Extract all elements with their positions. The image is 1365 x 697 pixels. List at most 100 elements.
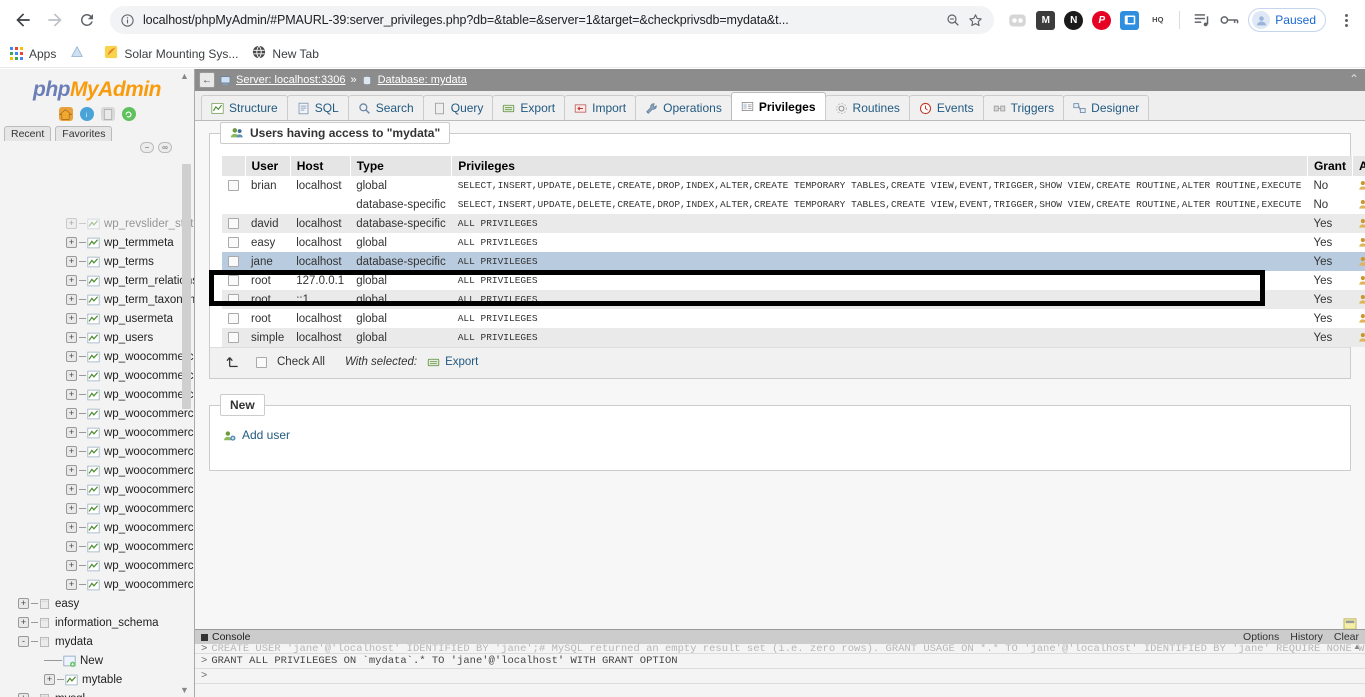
row-checkbox-cell[interactable] <box>222 233 245 252</box>
tree-expander-icon[interactable]: + <box>66 408 77 419</box>
table-row[interactable]: jane localhost database-specific ALL PRIVIL… <box>222 252 1365 271</box>
profile-paused-button[interactable]: Paused <box>1248 8 1326 32</box>
scroll-thumb[interactable] <box>182 164 191 409</box>
tree-expander-icon[interactable]: + <box>18 617 29 628</box>
site-info-icon[interactable] <box>120 13 135 28</box>
check-all-checkbox[interactable] <box>256 356 267 368</box>
tree-item-wp_woocommerce_order_[interactable]: +wp_woocommerce_order_ <box>4 423 194 442</box>
tab-export[interactable]: Export <box>492 95 566 120</box>
tree-expander-icon[interactable]: + <box>66 351 77 362</box>
edit-privileges-button[interactable]: Edit Privileges <box>1358 255 1365 268</box>
pocket-extension-icon[interactable] <box>1008 10 1028 30</box>
database-tree[interactable]: +wp_revslider_static_slides+wp_termmeta+… <box>0 214 194 697</box>
check-all-label[interactable]: Check All <box>277 356 325 368</box>
password-key-icon[interactable] <box>1220 10 1240 30</box>
tree-item-mytable[interactable]: + mytable <box>4 670 194 689</box>
link-tables-icon[interactable]: ∞ <box>158 142 172 153</box>
tree-expander-icon[interactable]: + <box>66 560 77 571</box>
row-checkbox-cell[interactable] <box>222 328 245 347</box>
table-row[interactable]: root127.0.0.1globalALL PRIVILEGESYes Edit… <box>222 271 1365 290</box>
cell-action[interactable]: Edit Privileges <box>1352 252 1365 271</box>
tree-item-wp_woocommerce_paym[interactable]: +wp_woocommerce_paym <box>4 442 194 461</box>
tab-import[interactable]: Import <box>564 95 637 120</box>
edit-privileges-button[interactable]: Edit Privileges <box>1358 293 1365 306</box>
privileges-table-body[interactable]: brian localhost global SELECT,INSERT,UPDATE… <box>222 176 1365 347</box>
cell-action[interactable]: Edit Privileges <box>1352 328 1365 347</box>
cloudhq-extension-icon[interactable]: HQ <box>1148 10 1168 30</box>
console-line[interactable]: > <box>195 669 1365 684</box>
tree-item-mydata[interactable]: - mydata <box>4 632 194 651</box>
tree-scrollbar[interactable]: ▲ ▼ <box>180 69 191 697</box>
new-tab-bookmark[interactable]: New Tab <box>252 45 319 62</box>
tree-expander-icon[interactable]: + <box>66 332 77 343</box>
edit-privileges-button[interactable]: Edit Privileges <box>1358 179 1365 192</box>
tree-item-wp_revslider_static_slides[interactable]: +wp_revslider_static_slides <box>4 214 194 233</box>
export-selected-button[interactable]: Export <box>427 356 478 369</box>
tree-item-wp_term_relationships[interactable]: +wp_term_relationships <box>4 271 194 290</box>
scroll-up-icon[interactable]: ▲ <box>180 71 189 81</box>
table-row[interactable]: database-specific SELECT,INSERT,UPDATE,DE… <box>222 195 1365 214</box>
breadcrumb-back-icon[interactable]: ← <box>199 72 215 88</box>
phpmyadmin-logo[interactable]: phpMyAdmin <box>0 69 194 102</box>
tree-item-wp_users[interactable]: + wp_users <box>4 328 194 347</box>
console-line[interactable]: > CREATE USER 'jane'@'localhost' IDENTIFI… <box>195 644 1365 654</box>
console-history-link[interactable]: History <box>1290 631 1323 643</box>
tree-expander-icon[interactable]: + <box>18 693 29 697</box>
tab-routines[interactable]: Routines <box>824 95 910 120</box>
resize-handle-icon[interactable] <box>1343 617 1357 630</box>
tree-expander-icon[interactable]: + <box>66 218 77 229</box>
tab-privileges[interactable]: Privileges <box>730 92 826 120</box>
tab-operations[interactable]: Operations <box>635 95 732 120</box>
tree-expander-icon[interactable]: + <box>66 522 77 533</box>
edit-privileges-button[interactable]: Edit Privileges <box>1358 274 1365 287</box>
table-row[interactable]: easylocalhostglobalALL PRIVILEGESYes Edit… <box>222 233 1365 252</box>
tree-item-wp_term_taxonomy[interactable]: +wp_term_taxonomy <box>4 290 194 309</box>
tree-item-wp_woocommerce_order_[interactable]: +wp_woocommerce_order_ <box>4 404 194 423</box>
row-checkbox[interactable] <box>228 331 239 343</box>
tree-expander-icon[interactable]: + <box>66 427 77 438</box>
cell-action[interactable]: Edit Privileges <box>1352 309 1365 328</box>
tree-expander-icon[interactable]: + <box>66 541 77 552</box>
tree-expander-icon[interactable]: + <box>44 674 55 685</box>
breadcrumb-database-label[interactable]: Database: mydata <box>378 74 467 86</box>
tree-item-new[interactable]: New <box>4 651 194 670</box>
row-checkbox[interactable] <box>228 217 239 229</box>
solar-bookmark-unnamed[interactable] <box>70 45 90 62</box>
row-checkbox-cell[interactable] <box>222 309 245 328</box>
edit-privileges-button[interactable]: Edit Privileges <box>1358 312 1365 325</box>
tree-expander-icon[interactable]: + <box>66 446 77 457</box>
solar-mounting-bookmark[interactable]: Solar Mounting Sys... <box>104 45 238 62</box>
apps-bookmark[interactable]: Apps <box>10 47 56 61</box>
tab-designer[interactable]: Designer <box>1063 95 1150 120</box>
console-line[interactable]: > GRANT ALL PRIVILEGES ON `mydata`.* TO '… <box>195 654 1365 669</box>
tree-item-wp_usermeta[interactable]: + wp_usermeta <box>4 309 194 328</box>
console-output[interactable]: > CREATE USER 'jane'@'localhost' IDENTIFI… <box>195 644 1365 697</box>
table-row[interactable]: brian localhost global SELECT,INSERT,UPDATE… <box>222 176 1365 195</box>
row-checkbox[interactable] <box>228 179 239 191</box>
table-row[interactable]: rootlocalhostglobalALL PRIVILEGESYes Edit… <box>222 309 1365 328</box>
cell-action[interactable]: Edit Privileges <box>1352 290 1365 309</box>
database-sql-icon[interactable]: i <box>79 107 94 121</box>
cell-action[interactable]: Edit Privileges <box>1352 176 1365 195</box>
reload-icon[interactable] <box>121 107 136 121</box>
tree-expander-icon[interactable]: + <box>66 579 77 590</box>
table-row[interactable]: david localhost database-specific ALL PRIVI… <box>222 214 1365 233</box>
add-user-button[interactable]: Add user <box>210 406 1350 442</box>
table-row[interactable]: root::1globalALL PRIVILEGESYes Edit Privi… <box>222 290 1365 309</box>
tab-sql[interactable]: SQL <box>286 95 349 120</box>
select-all-arrow-icon[interactable] <box>224 354 246 370</box>
console-scrollbar[interactable]: ▲ <box>1353 636 1362 678</box>
tree-item-wp_woocommerce_sessic[interactable]: +wp_woocommerce_sessic <box>4 480 194 499</box>
nordvpn-extension-icon[interactable]: N <box>1064 10 1084 30</box>
home-icon[interactable] <box>58 107 73 121</box>
collapse-all-icon[interactable]: − <box>140 142 154 153</box>
tree-expander-icon[interactable]: - <box>18 636 29 647</box>
tree-item-wp_woocommerce_tax_ra[interactable]: +wp_woocommerce_tax_ra <box>4 575 194 594</box>
tree-expander-icon[interactable]: + <box>66 294 77 305</box>
row-checkbox-cell[interactable] <box>222 290 245 309</box>
edit-privileges-button[interactable]: Edit Privileges <box>1358 236 1365 249</box>
tree-expander-icon[interactable]: + <box>66 237 77 248</box>
tree-expander-icon[interactable]: + <box>18 598 29 609</box>
console-scroll-up-icon[interactable]: ▲ <box>1353 642 1361 651</box>
tree-item-wp_woocommerce_shippi[interactable]: +wp_woocommerce_shippi <box>4 518 194 537</box>
